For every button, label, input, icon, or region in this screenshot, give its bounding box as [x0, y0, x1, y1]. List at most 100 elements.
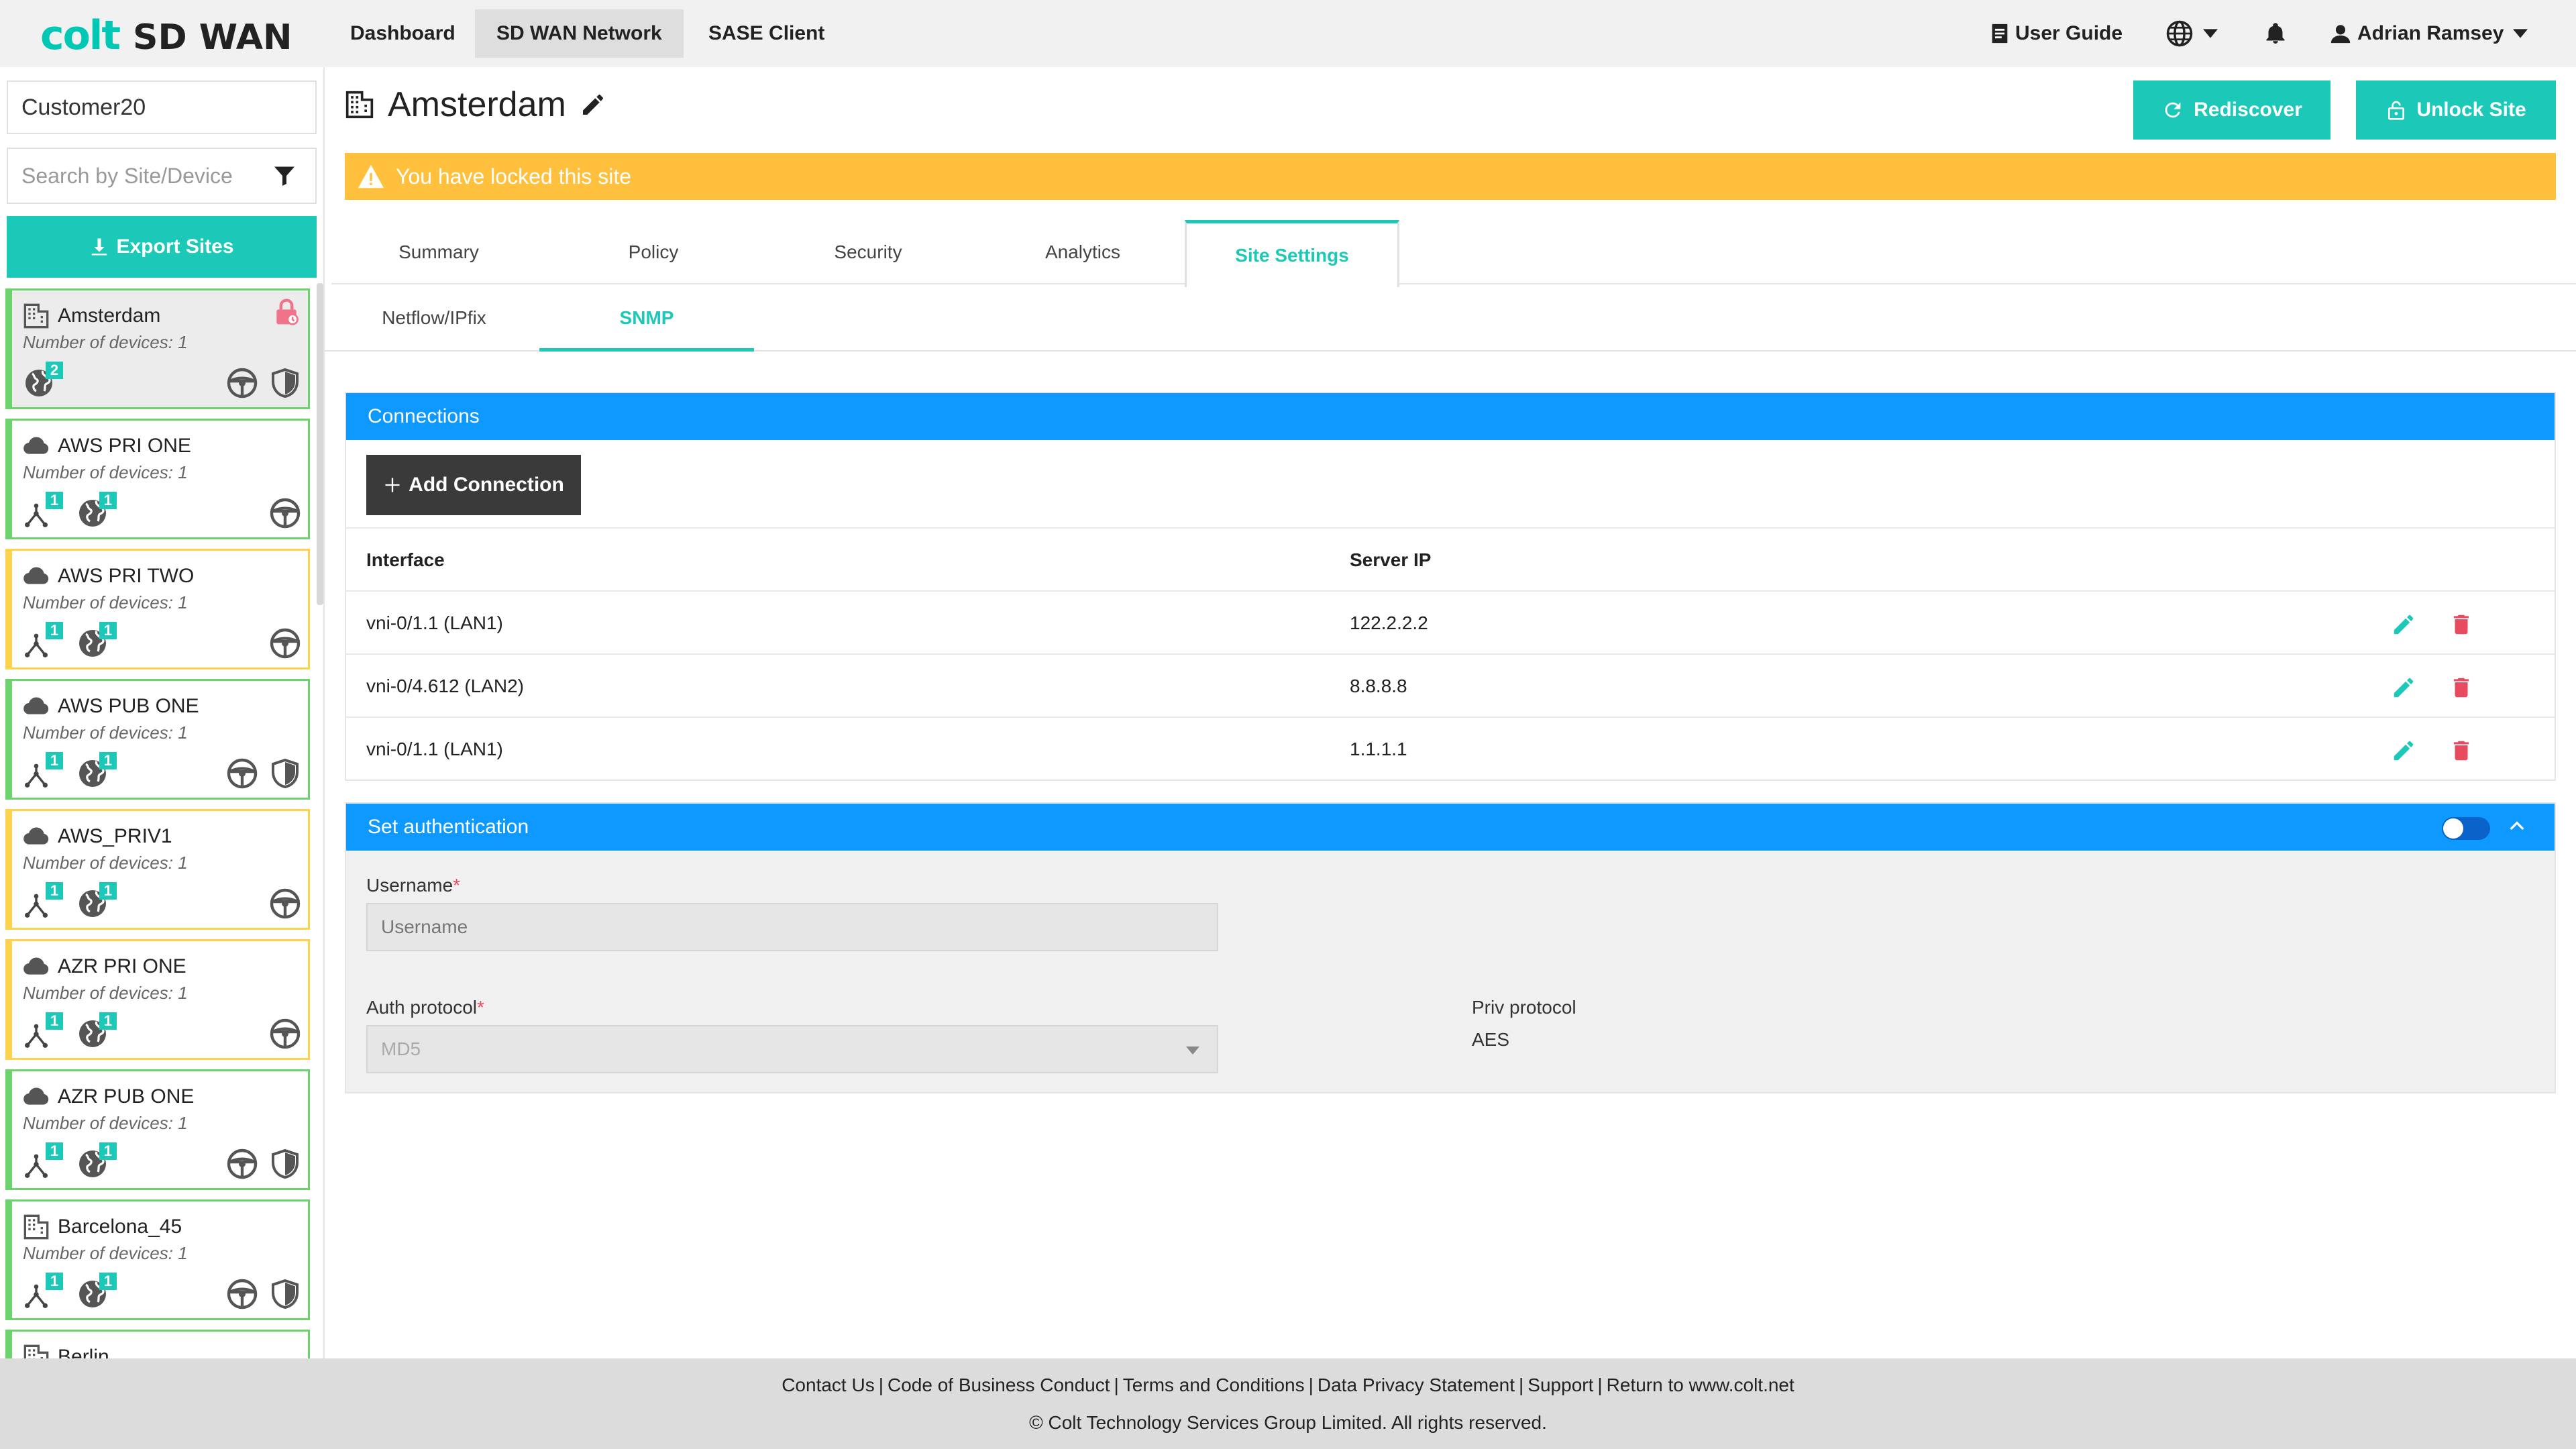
export-sites-button[interactable]: Export Sites	[7, 216, 317, 278]
search-input[interactable]	[8, 149, 263, 203]
nav-sase-client[interactable]: SASE Client	[687, 9, 846, 58]
delete-button[interactable]	[2449, 612, 2474, 642]
site-feature-icons	[269, 1018, 301, 1050]
footer-link[interactable]: Support	[1523, 1375, 1597, 1395]
footer-separator: |	[1308, 1375, 1313, 1395]
table-row: vni-0/4.612 (LAN2) 8.8.8.8	[346, 653, 2555, 716]
site-card-title: AWS PRI TWO	[23, 563, 194, 590]
sidebar-scrollbar[interactable]	[317, 283, 323, 605]
username-input[interactable]	[366, 903, 1218, 951]
site-sidebar: Customer20 Export Sites Amsterdam Number …	[0, 67, 325, 1358]
user-icon	[2330, 25, 2351, 44]
site-device-count: Number of devices: 1	[23, 592, 188, 612]
site-card[interactable]: AZR PUB ONE Number of devices: 111	[5, 1069, 310, 1190]
delete-button[interactable]	[2449, 738, 2474, 768]
product-name: SD WAN	[133, 17, 292, 58]
column-server-ip: Server IP	[1350, 549, 1432, 570]
site-card[interactable]: AZR PRI ONE Number of devices: 111	[5, 939, 310, 1060]
tab-analytics[interactable]: Analytics	[975, 220, 1190, 284]
auth-protocol-select[interactable]: MD5	[366, 1025, 1218, 1073]
footer-link[interactable]: Return to www.colt.net	[1603, 1375, 1799, 1395]
trash-icon	[2453, 614, 2469, 635]
user-guide-link[interactable]: User Guide	[1988, 0, 2123, 67]
building-icon	[23, 303, 49, 329]
site-name: Amsterdam	[58, 305, 161, 327]
footer-link[interactable]: Data Privacy Statement	[1313, 1375, 1519, 1395]
site-card[interactable]: AWS_PRIV1 Number of devices: 111	[5, 809, 310, 930]
footer-link[interactable]: Code of Business Conduct	[883, 1375, 1114, 1395]
document-icon	[1992, 23, 2008, 44]
chevron-up-icon[interactable]	[2506, 816, 2528, 837]
site-card-title: AWS PRI ONE	[23, 433, 191, 460]
priv-protocol-label: Priv protocol	[1472, 997, 1576, 1018]
tab-site-settings[interactable]: Site Settings	[1185, 220, 1399, 287]
auth-toggle[interactable]	[2442, 817, 2490, 840]
nav-dashboard[interactable]: Dashboard	[329, 9, 477, 58]
site-feature-icons	[226, 367, 301, 399]
site-device-count: Number of devices: 1	[23, 332, 188, 352]
site-device-count: Number of devices: 1	[23, 1113, 188, 1133]
rediscover-label: Rediscover	[2194, 99, 2302, 121]
site-card-title: AZR PRI ONE	[23, 953, 186, 980]
nav-sd-wan-network[interactable]: SD WAN Network	[475, 9, 684, 58]
subtab-snmp[interactable]: SNMP	[539, 284, 754, 352]
edit-button[interactable]	[2391, 675, 2416, 705]
subtab-netflow[interactable]: Netflow/IPfix	[327, 284, 541, 352]
site-card[interactable]: AWS PRI TWO Number of devices: 111	[5, 549, 310, 669]
server-ip-cell: 1.1.1.1	[1350, 739, 1407, 759]
steering-wheel-icon	[227, 1279, 258, 1309]
user-guide-label: User Guide	[2015, 22, 2123, 44]
auth-protocol-label: Auth protocol*	[366, 997, 484, 1018]
bell-icon	[2266, 23, 2285, 44]
filter-icon[interactable]	[272, 162, 297, 189]
device-count-group: 1	[23, 1273, 63, 1310]
footer-link[interactable]: Contact Us	[777, 1375, 879, 1395]
table-row: vni-0/1.1 (LAN1) 122.2.2.2	[346, 590, 2555, 653]
site-status-icons: 11	[23, 1012, 117, 1050]
tab-policy[interactable]: Policy	[546, 220, 761, 284]
auth-header[interactable]: Set authentication	[346, 804, 2555, 851]
edit-button[interactable]	[2391, 612, 2416, 642]
rediscover-button[interactable]: Rediscover	[2133, 80, 2330, 140]
device-count-badge: 1	[46, 882, 63, 900]
steering-wheel-icon	[270, 888, 301, 919]
device-count-group: 1	[23, 622, 63, 659]
copyright: © Colt Technology Services Group Limited…	[1029, 1412, 1547, 1433]
unlock-icon	[2388, 101, 2405, 120]
delete-button[interactable]	[2449, 675, 2474, 705]
tab-security[interactable]: Security	[761, 220, 975, 284]
shield-icon	[272, 758, 299, 789]
notifications-button[interactable]	[2263, 0, 2288, 67]
language-selector[interactable]	[2165, 0, 2218, 67]
site-card-title: Amsterdam	[23, 303, 160, 329]
site-card[interactable]: Berlin	[5, 1330, 310, 1358]
unlock-site-button[interactable]: Unlock Site	[2356, 80, 2556, 140]
refresh-icon	[2165, 102, 2181, 118]
connections-header: Connections	[346, 393, 2555, 440]
site-card[interactable]: Amsterdam Number of devices: 1 2	[5, 288, 310, 409]
device-count-badge: 1	[46, 492, 63, 509]
add-connection-button[interactable]: Add Connection	[366, 455, 581, 515]
site-status-icons: 2	[23, 362, 63, 399]
edit-title-icon[interactable]	[580, 91, 606, 118]
row-actions	[2391, 612, 2474, 642]
site-card[interactable]: Barcelona_45 Number of devices: 111	[5, 1199, 310, 1320]
colt-logo[interactable]: colt SD WAN	[40, 12, 292, 59]
edit-button[interactable]	[2391, 738, 2416, 768]
device-count-group: 1	[23, 1142, 63, 1180]
site-device-count: Number of devices: 1	[23, 722, 188, 743]
auth-protocol-value: MD5	[381, 1038, 421, 1059]
customer-selector[interactable]: Customer20	[7, 80, 317, 134]
tab-summary[interactable]: Summary	[331, 220, 546, 284]
footer-link[interactable]: Terms and Conditions	[1119, 1375, 1309, 1395]
site-settings-subtabs: Netflow/IPfix SNMP	[325, 284, 2576, 352]
internet-count-group: 1	[76, 882, 117, 920]
column-interface: Interface	[366, 549, 445, 570]
caret-down-icon	[2203, 29, 2218, 38]
site-feature-icons	[226, 1278, 301, 1310]
site-card[interactable]: AWS PUB ONE Number of devices: 111	[5, 679, 310, 800]
device-count-badge: 1	[46, 1273, 63, 1290]
site-card[interactable]: AWS PRI ONE Number of devices: 111	[5, 419, 310, 539]
site-name: AWS PRI ONE	[58, 435, 191, 457]
user-menu[interactable]: Adrian Ramsey	[2329, 0, 2528, 67]
